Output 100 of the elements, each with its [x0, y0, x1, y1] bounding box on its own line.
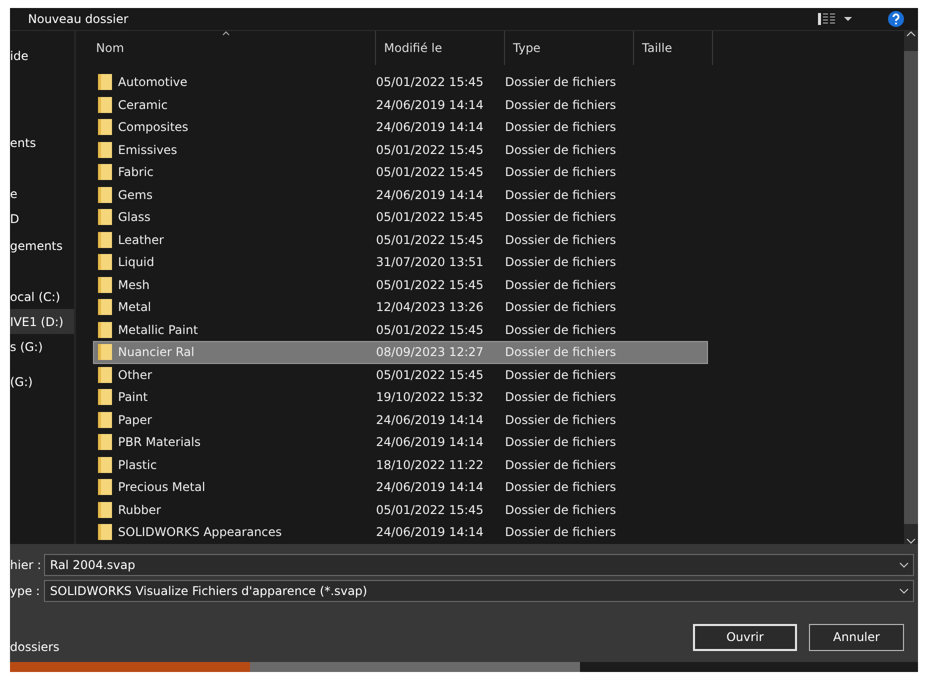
file-row[interactable]: Precious Metal 24/06/2019 14:14 Dossier de fichiers: [93, 476, 708, 498]
sidebar-item[interactable]: (G:): [10, 369, 74, 394]
column-header[interactable]: Taille: [634, 31, 713, 65]
file-type: Dossier de fichiers: [505, 525, 618, 540]
filetype-label: ype :: [10, 584, 41, 598]
file-type: Dossier de fichiers: [505, 368, 618, 382]
folder-icon: [98, 412, 112, 428]
modified-date: 24/06/2019 14:14: [376, 412, 485, 427]
sidebar-item[interactable]: D: [10, 206, 74, 231]
modified-date: 05/01/2022 15:45: [376, 165, 485, 180]
file-type: Dossier de fichiers: [505, 502, 618, 517]
file-row[interactable]: Glass 05/01/2022 15:45 Dossier de fichiers: [93, 206, 708, 228]
file-row[interactable]: Mesh 05/01/2022 15:45 Dossier de fichiers: [93, 274, 708, 296]
modified-date: 19/10/2022 15:32: [376, 390, 485, 404]
modified-date: 24/06/2019 14:14: [376, 188, 485, 202]
modified-date: 05/01/2022 15:45: [376, 278, 485, 292]
hide-folders-toggle[interactable]: dossiers: [10, 640, 60, 654]
folder-icon: [98, 164, 112, 180]
file-row[interactable]: Composites 24/06/2019 14:14 Dossier de fichiers: [93, 116, 708, 138]
folder-name: Mesh: [118, 278, 151, 292]
file-row[interactable]: Leather 05/01/2022 15:45 Dossier de fichiers: [93, 228, 708, 251]
cancel-button[interactable]: Annuler: [809, 624, 904, 650]
modified-date: 05/01/2022 15:45: [376, 232, 485, 247]
folder-name: Rubber: [118, 502, 162, 517]
open-button[interactable]: Ouvrir: [693, 624, 797, 650]
file-type: Dossier de fichiers: [505, 278, 618, 292]
filename-field[interactable]: Ral 2004.svap: [44, 554, 914, 576]
sidebar-item[interactable]: s (G:): [10, 334, 74, 359]
filetype-dropdown[interactable]: SOLIDWORKS Visualize Fichiers d'apparence (*.svap): [44, 580, 914, 602]
sidebar-item[interactable]: ide: [10, 43, 74, 68]
file-type: Dossier de fichiers: [505, 232, 618, 247]
file-row[interactable]: PBR Materials 24/06/2019 14:14 Dossier de fichiers: [93, 431, 708, 454]
column-header[interactable]: Modifié le: [376, 31, 505, 65]
file-row[interactable]: SOLIDWORKS Appearances 24/06/2019 14:14 Dossier de fichiers: [93, 521, 708, 544]
file-row[interactable]: Metallic Paint 05/01/2022 15:45 Dossier de fichiers: [93, 318, 708, 341]
modified-date: 24/06/2019 14:14: [376, 480, 485, 494]
sidebar-item[interactable]: ocal (C:): [10, 284, 74, 309]
folder-icon: [98, 524, 112, 540]
folder-name: Glass: [118, 210, 152, 224]
folder-name: Gems: [118, 188, 154, 202]
file-row[interactable]: Other 05/01/2022 15:45 Dossier de fichiers: [93, 364, 708, 386]
column-header[interactable]: Type: [505, 31, 634, 65]
folder-name: Paint: [118, 390, 149, 404]
folder-icon: [98, 344, 112, 360]
modified-date: 05/01/2022 15:45: [376, 368, 485, 382]
file-type: Dossier de fichiers: [505, 75, 618, 90]
file-row[interactable]: Nuancier Ral 08/09/2023 12:27 Dossier de fichiers: [93, 341, 708, 364]
chevron-down-icon[interactable]: [899, 588, 909, 594]
folder-icon: [98, 502, 112, 518]
file-type: Dossier de fichiers: [505, 412, 618, 427]
file-row[interactable]: Metal 12/04/2023 13:26 Dossier de fichiers: [93, 296, 708, 318]
folder-name: PBR Materials: [118, 435, 202, 450]
file-type: Dossier de fichiers: [505, 390, 618, 404]
folder-icon: [98, 299, 112, 316]
file-row[interactable]: Automotive 05/01/2022 15:45 Dossier de fichiers: [93, 71, 708, 94]
help-icon[interactable]: [888, 11, 904, 27]
scroll-down-icon[interactable]: [906, 538, 916, 544]
folder-name: Precious Metal: [118, 480, 206, 494]
sidebar-item[interactable]: e: [10, 181, 74, 206]
column-header[interactable]: Nom: [76, 31, 376, 65]
folder-icon: [98, 142, 112, 158]
folder-name: Composites: [118, 120, 190, 134]
file-type: Dossier de fichiers: [505, 322, 618, 337]
sidebar-item[interactable]: IVE1 (D:): [10, 309, 74, 334]
modified-date: 05/01/2022 15:45: [376, 142, 485, 157]
file-row[interactable]: Fabric 05/01/2022 15:45 Dossier de fichiers: [93, 161, 708, 184]
sidebar-item[interactable]: ents: [10, 130, 74, 155]
folder-name: Metallic Paint: [118, 322, 199, 337]
file-row[interactable]: Plastic 18/10/2022 11:22 Dossier de fichiers: [93, 454, 708, 476]
folder-icon: [98, 209, 112, 226]
modified-date: 18/10/2022 11:22: [376, 458, 485, 472]
file-type: Dossier de fichiers: [505, 188, 618, 202]
new-folder-button[interactable]: Nouveau dossier: [28, 12, 128, 26]
file-type: Dossier de fichiers: [505, 345, 618, 360]
chevron-down-icon[interactable]: [899, 562, 909, 568]
modified-date: 31/07/2020 13:51: [376, 255, 485, 270]
modified-date: 05/01/2022 15:45: [376, 502, 485, 517]
folder-icon: [98, 434, 112, 450]
file-row[interactable]: Rubber 05/01/2022 15:45 Dossier de fichiers: [93, 498, 708, 521]
modified-date: 24/06/2019 14:14: [376, 435, 485, 450]
scroll-up-icon[interactable]: [906, 31, 916, 37]
folder-name: Metal: [118, 300, 152, 314]
modified-date: 05/01/2022 15:45: [376, 210, 485, 224]
folder-name: SOLIDWORKS Appearances: [118, 525, 283, 540]
modified-date: 24/06/2019 14:14: [376, 525, 485, 540]
folder-icon: [98, 366, 112, 383]
folder-icon: [98, 232, 112, 248]
view-options-icon[interactable]: [818, 13, 854, 25]
folder-icon: [98, 389, 112, 406]
folder-icon: [98, 96, 112, 113]
file-row[interactable]: Ceramic 24/06/2019 14:14 Dossier de fichiers: [93, 94, 708, 116]
file-row[interactable]: Liquid 31/07/2020 13:51 Dossier de fichiers: [93, 251, 708, 274]
file-row[interactable]: Gems 24/06/2019 14:14 Dossier de fichiers: [93, 184, 708, 206]
file-row[interactable]: Paper 24/06/2019 14:14 Dossier de fichiers: [93, 408, 708, 431]
modified-date: 24/06/2019 14:14: [376, 120, 485, 134]
file-row[interactable]: Emissives 05/01/2022 15:45 Dossier de fichiers: [93, 138, 708, 161]
sidebar-item[interactable]: gements: [10, 233, 74, 258]
modified-date: 24/06/2019 14:14: [376, 98, 485, 112]
file-row[interactable]: Paint 19/10/2022 15:32 Dossier de fichiers: [93, 386, 708, 408]
folder-icon: [98, 186, 112, 203]
